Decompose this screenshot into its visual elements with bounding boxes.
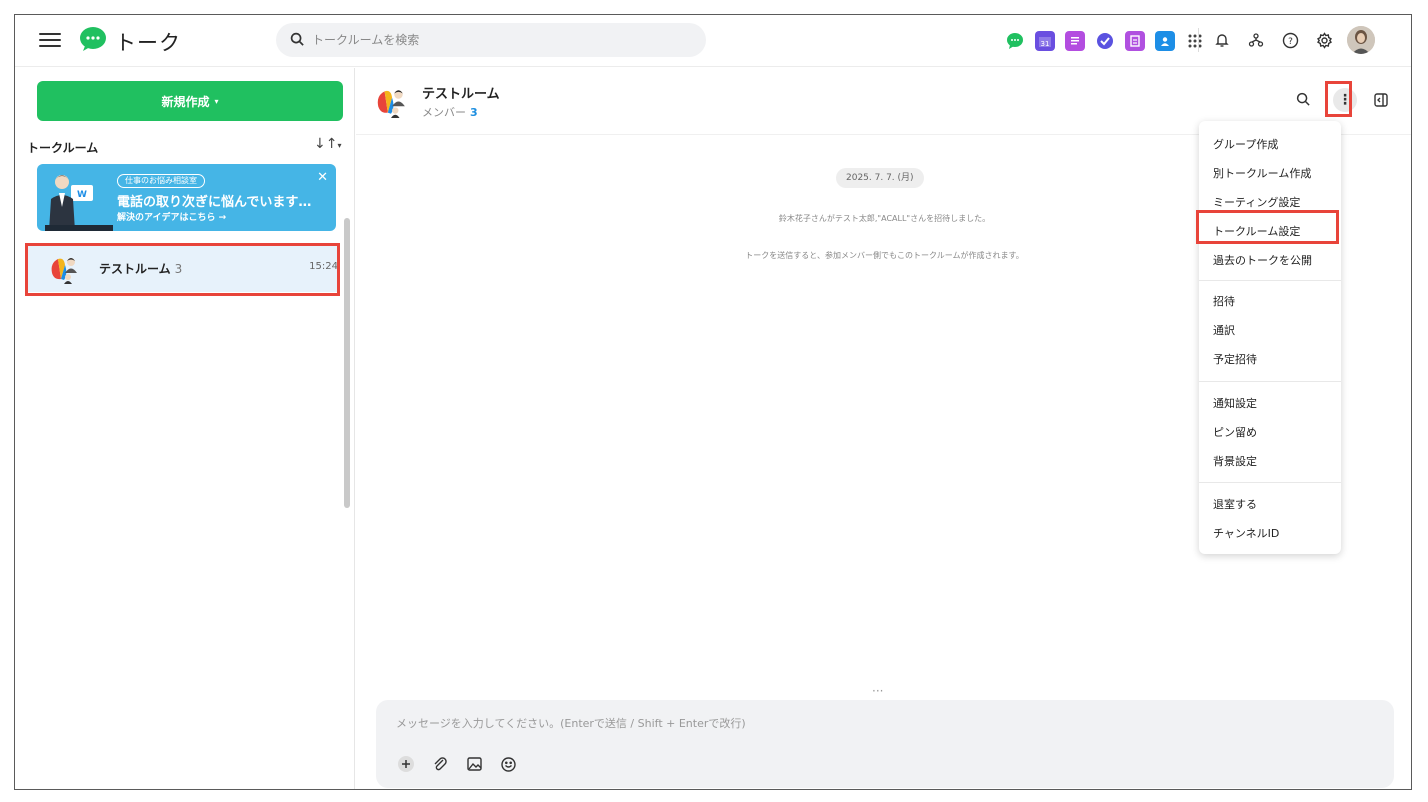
message-composer[interactable]: メッセージを入力してください。(Enterで送信 / Shift + Enter… — [376, 700, 1394, 788]
room-name: テストルーム — [99, 262, 171, 276]
sidebar: 新規作成 ▾ トークルーム ↓↑▾ W 仕事のお悩み相談室 電話の取り次ぎに悩んで… — [15, 68, 355, 789]
attach-icon[interactable] — [430, 754, 450, 774]
more-options-menu: グループ作成 別トークルーム作成 ミーティング設定 トークルーム設定 過去のトー… — [1199, 121, 1341, 554]
sidebar-scrollbar[interactable] — [344, 218, 350, 508]
settings-icon[interactable] — [1313, 29, 1335, 51]
app-launcher-bar: 31 — [1005, 29, 1205, 53]
banner-tag: 仕事のお悩み相談室 — [117, 174, 205, 188]
chat-title: テストルーム — [422, 87, 500, 102]
svg-text:31: 31 — [1041, 40, 1050, 48]
menu-divider — [1199, 381, 1341, 382]
survey-icon[interactable] — [1125, 31, 1145, 51]
top-bar: トーク 31 — [15, 15, 1411, 67]
task-icon[interactable] — [1095, 31, 1115, 51]
calendar-icon[interactable]: 31 — [1035, 31, 1055, 51]
menu-item-leave[interactable]: 退室する — [1199, 491, 1341, 519]
banner-close-icon[interactable]: ✕ — [317, 170, 328, 185]
toolbar-divider — [1198, 28, 1199, 52]
bell-icon[interactable] — [1211, 29, 1233, 51]
menu-divider — [1199, 280, 1341, 281]
message-input[interactable]: メッセージを入力してください。(Enterで送信 / Shift + Enter… — [396, 715, 746, 731]
app-title: トーク — [115, 31, 181, 55]
menu-item-meeting-settings[interactable]: ミーティング設定 — [1199, 189, 1341, 217]
menu-item-invite[interactable]: 招待 — [1199, 288, 1341, 316]
sort-icon[interactable]: ↓↑▾ — [314, 136, 341, 152]
banner-headline: 電話の取り次ぎに悩んでいます… — [117, 195, 312, 210]
note-icon[interactable] — [1065, 31, 1085, 51]
app-window: トーク 31 — [14, 14, 1412, 790]
menu-item-create-group[interactable]: グループ作成 — [1199, 131, 1341, 159]
banner-link[interactable]: 解決のアイデアはこちら → — [117, 210, 226, 223]
menu-item-background-settings[interactable]: 背景設定 — [1199, 448, 1341, 476]
group-avatar-icon — [51, 258, 77, 284]
svg-text:W: W — [77, 190, 87, 200]
search-icon — [290, 32, 304, 46]
menu-item-pin[interactable]: ピン留め — [1199, 419, 1341, 447]
talk-icon[interactable] — [1005, 31, 1025, 51]
side-panel-toggle-icon[interactable] — [1373, 92, 1389, 108]
address-book-icon[interactable] — [1155, 31, 1175, 51]
hamburger-menu-icon[interactable] — [39, 29, 61, 51]
menu-item-schedule-invite[interactable]: 予定招待 — [1199, 346, 1341, 374]
promo-banner[interactable]: W 仕事のお悩み相談室 電話の取り次ぎに悩んでいます… 解決のアイデアはこちら … — [37, 164, 336, 231]
menu-divider — [1199, 482, 1341, 483]
chat-search-icon[interactable] — [1296, 92, 1311, 107]
plus-icon[interactable] — [396, 754, 416, 774]
room-list-item[interactable]: テストルーム 3 15:24 — [27, 244, 338, 292]
menu-item-publish-history[interactable]: 過去のトークを公開 — [1199, 247, 1341, 275]
help-icon[interactable]: ? — [1279, 29, 1301, 51]
talk-logo-icon — [80, 27, 106, 51]
new-create-label: 新規作成 — [161, 94, 210, 109]
businessperson-illustration: W — [45, 175, 113, 231]
search-box[interactable] — [276, 23, 706, 57]
image-icon[interactable] — [464, 754, 484, 774]
composer-resize-handle[interactable]: ··· — [872, 684, 883, 698]
top-tools: ? — [1198, 26, 1375, 54]
room-timestamp: 15:24 — [309, 261, 338, 272]
emoji-icon[interactable] — [498, 754, 518, 774]
chevron-down-icon: ▾ — [214, 96, 219, 106]
menu-item-notification-settings[interactable]: 通知設定 — [1199, 390, 1341, 418]
user-avatar[interactable] — [1347, 26, 1375, 54]
date-divider: 2025. 7. 7. (月) — [836, 168, 924, 188]
room-member-count: 3 — [174, 262, 183, 276]
menu-item-create-other-room[interactable]: 別トークルーム作成 — [1199, 160, 1341, 188]
composer-toolbar — [396, 754, 518, 774]
menu-item-interpret[interactable]: 通訳 — [1199, 317, 1341, 345]
member-count: 3 — [470, 106, 478, 119]
menu-item-channel-id[interactable]: チャンネルID — [1199, 520, 1341, 548]
svg-text:?: ? — [1288, 37, 1293, 47]
new-create-button[interactable]: 新規作成 ▾ — [37, 81, 343, 121]
menu-item-room-settings[interactable]: トークルーム設定 — [1199, 218, 1341, 246]
org-chart-icon[interactable] — [1245, 29, 1267, 51]
group-avatar-icon — [377, 90, 405, 118]
room-list-title: トークルーム — [27, 141, 99, 155]
more-options-icon[interactable]: ⋮ — [1333, 88, 1357, 112]
chat-member-info[interactable]: メンバー 3 — [422, 104, 478, 120]
search-input[interactable] — [312, 23, 692, 57]
member-label: メンバー — [422, 106, 466, 119]
